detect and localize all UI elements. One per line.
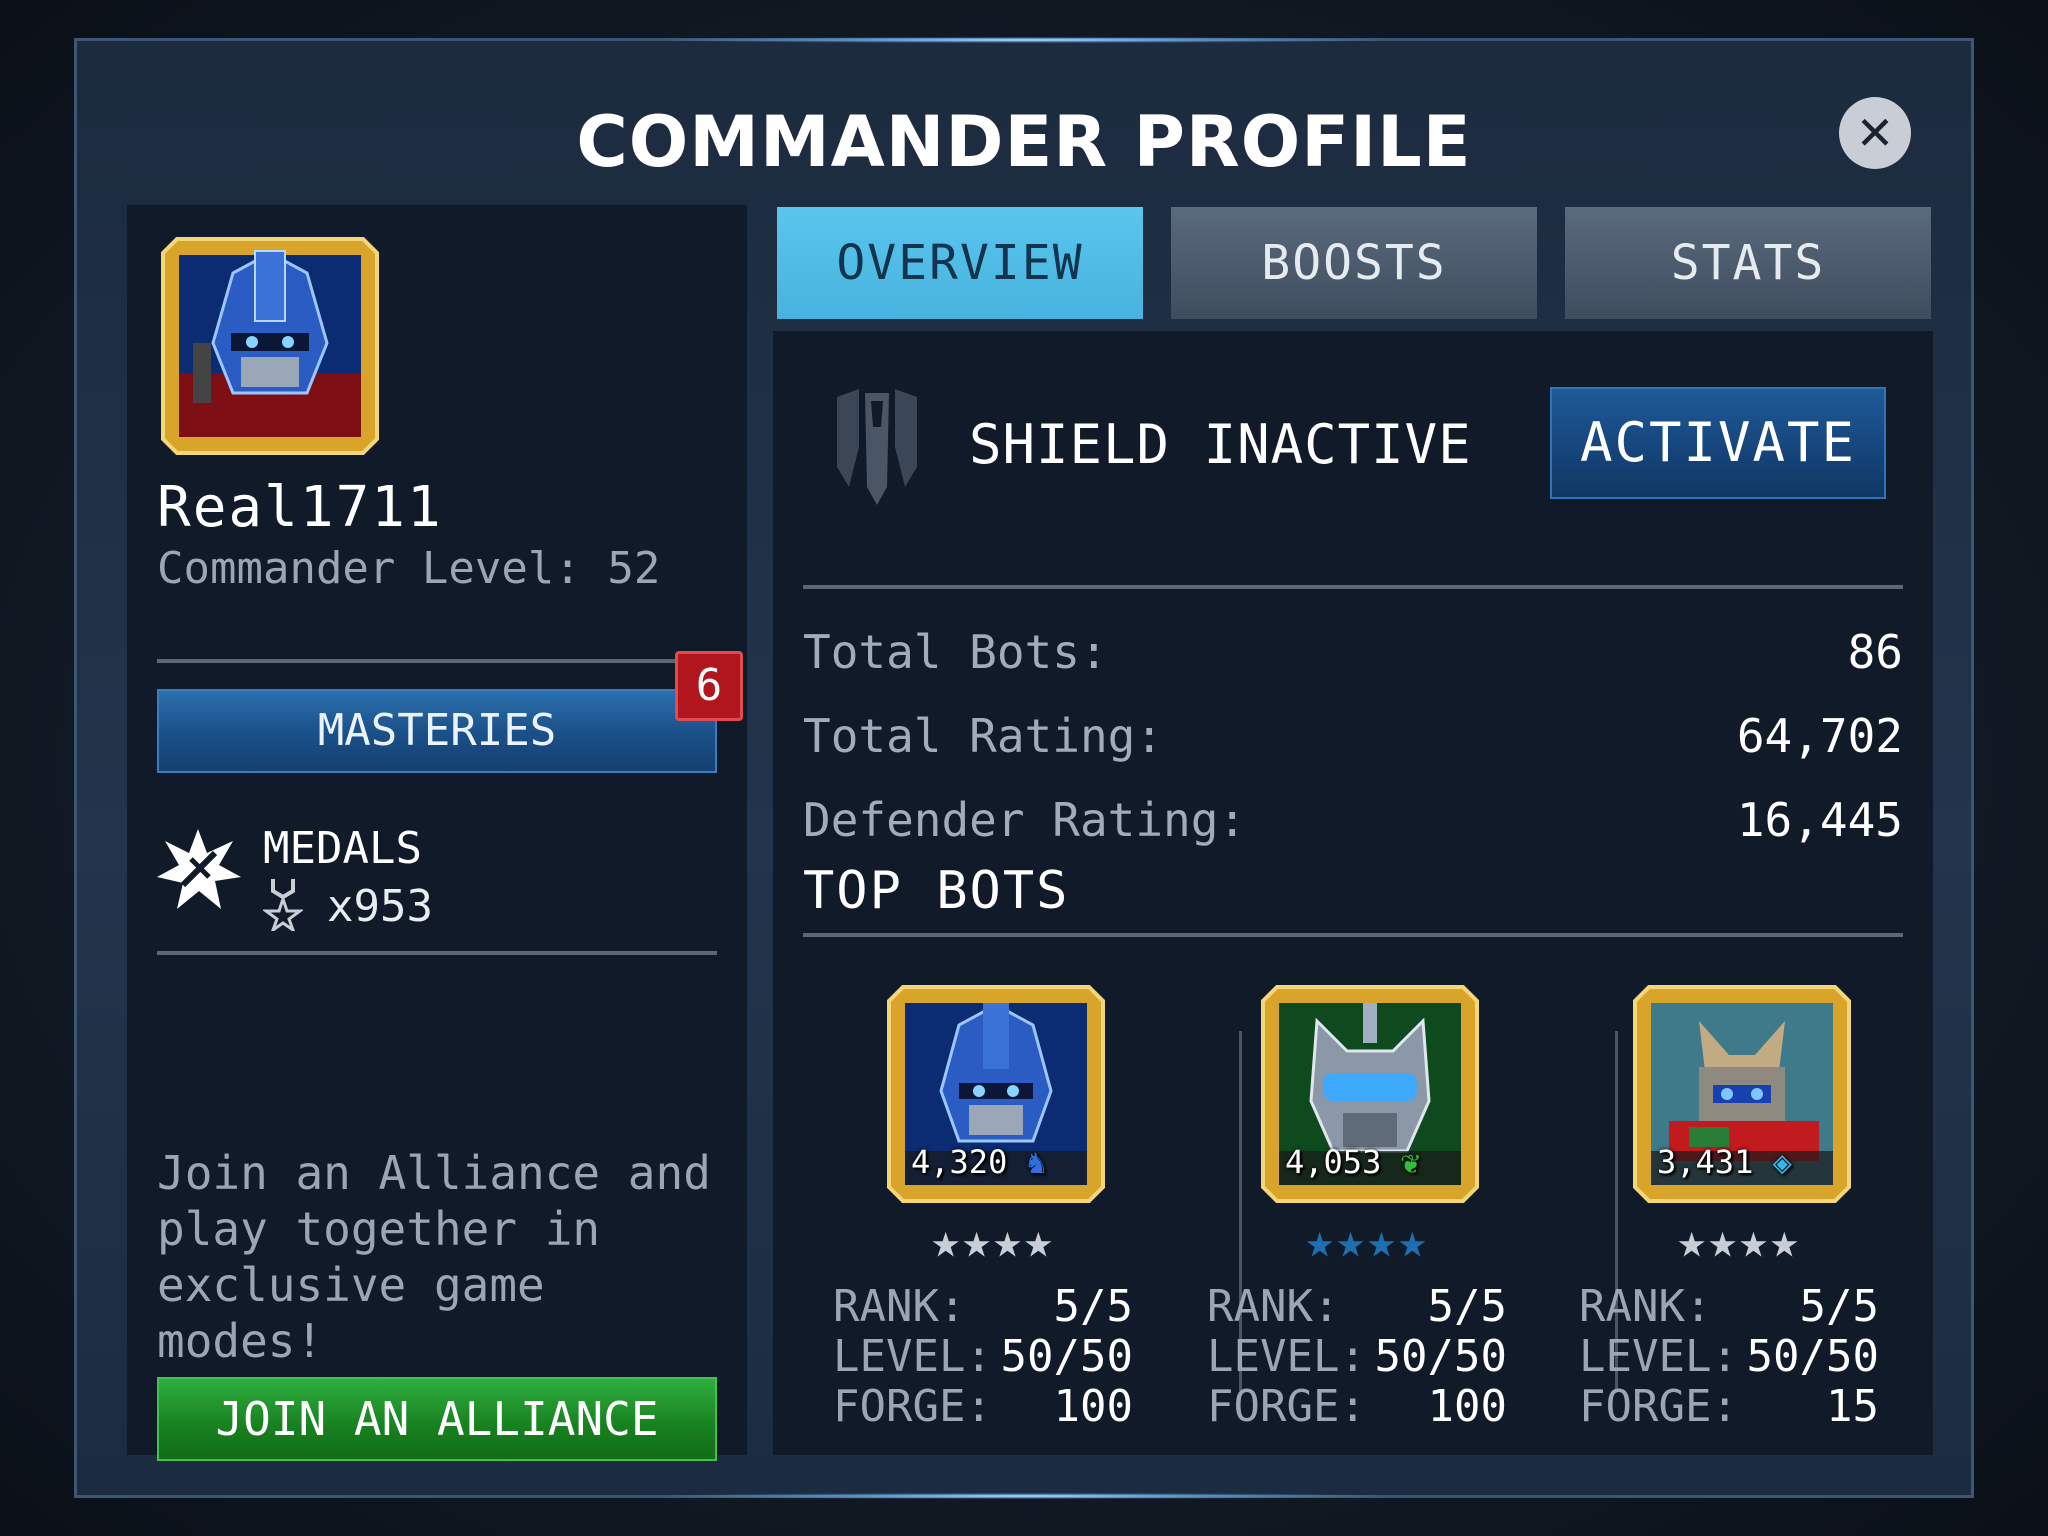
stat-row-total-bots: Total Bots: 86 [803, 625, 1903, 679]
shield-icon [837, 389, 917, 505]
stat-value: 16,445 [1736, 793, 1903, 847]
wings-icon: ❦ [1400, 1143, 1420, 1181]
tab-stats[interactable]: STATS [1565, 207, 1931, 319]
divider [803, 585, 1903, 589]
top-bot-card[interactable]: 4,320 ♞ ★★★★ RANK: 5/5 LEVEL: 50/50 FORGE:… [833, 981, 1153, 1441]
bot-level: LEVEL: 50/50 [833, 1331, 1133, 1382]
divider [803, 933, 1903, 937]
tab-boosts[interactable]: BOOSTS [1171, 207, 1537, 319]
alliance-promo-text: Join an Alliance and play together in ex… [157, 1146, 711, 1368]
shield-status: SHIELD INACTIVE [969, 413, 1472, 476]
stat-label: Defender Rating: [803, 793, 1247, 847]
commander-avatar [161, 237, 379, 455]
medals-label: MEDALS [263, 823, 422, 874]
knight-icon: ♞ [1026, 1143, 1046, 1181]
close-icon: ✕ [1855, 106, 1895, 160]
tech-icon: ◈ [1772, 1143, 1792, 1181]
bot-rating: 3,431 ◈ [1657, 1143, 1792, 1181]
masteries-badge: 6 [675, 651, 743, 721]
bot-forge: FORGE: 15 [1579, 1381, 1879, 1432]
stat-label: Total Bots: [803, 625, 1108, 679]
medals-count: x953 [327, 881, 433, 932]
medals-burst-icon [157, 829, 241, 909]
close-button[interactable]: ✕ [1839, 97, 1911, 169]
bot-stars: ★★★★ [1677, 1213, 1801, 1269]
stat-row-defender-rating: Defender Rating: 16,445 [803, 793, 1903, 847]
top-bot-card[interactable]: 4,053 ❦ ★★★★ RANK: 5/5 LEVEL: 50/50 FORGE:… [1207, 981, 1527, 1441]
stat-value: 64,702 [1736, 709, 1903, 763]
tab-overview[interactable]: OVERVIEW [777, 207, 1143, 319]
stat-label: Total Rating: [803, 709, 1164, 763]
activate-shield-button[interactable]: ACTIVATE [1550, 387, 1886, 499]
divider [157, 659, 717, 663]
bot-rank: RANK: 5/5 [1207, 1281, 1507, 1332]
bot-rating: 4,053 ❦ [1285, 1143, 1420, 1181]
bot-level: LEVEL: 50/50 [1207, 1331, 1507, 1382]
join-alliance-button[interactable]: JOIN AN ALLIANCE [157, 1377, 717, 1461]
top-bots-title: TOP BOTS [803, 861, 1070, 921]
modal-title: COMMANDER PROFILE [576, 101, 1472, 183]
bot-rank: RANK: 5/5 [1579, 1281, 1879, 1332]
stat-row-total-rating: Total Rating: 64,702 [803, 709, 1903, 763]
bot-forge: FORGE: 100 [1207, 1381, 1507, 1432]
bot-forge: FORGE: 100 [833, 1381, 1133, 1432]
username: Real1711 [157, 475, 443, 540]
bot-rating: 4,320 ♞ [911, 1143, 1046, 1181]
commander-level: Commander Level: 52 [157, 543, 661, 594]
divider [157, 951, 717, 955]
overview-panel: SHIELD INACTIVE ACTIVATE Total Bots: 86 … [773, 331, 1933, 1455]
bottom-glow [674, 1493, 1374, 1499]
bot-stars: ★★★★ [931, 1213, 1055, 1269]
masteries-button[interactable]: MASTERIES [157, 689, 717, 773]
top-bot-card[interactable]: 3,431 ◈ ★★★★ RANK: 5/5 LEVEL: 50/50 FORGE:… [1579, 981, 1899, 1441]
bot-level: LEVEL: 50/50 [1579, 1331, 1879, 1382]
stat-value: 86 [1847, 625, 1903, 679]
bot-stars: ★★★★ [1305, 1213, 1429, 1269]
top-glow [674, 37, 1374, 43]
profile-panel: Real1711 Commander Level: 52 MASTERIES 6… [127, 205, 747, 1461]
commander-profile-modal: COMMANDER PROFILE ✕ Real1711 Commander L… [74, 37, 1974, 1499]
bot-rank: RANK: 5/5 [833, 1281, 1133, 1332]
medal-icon [263, 879, 303, 931]
